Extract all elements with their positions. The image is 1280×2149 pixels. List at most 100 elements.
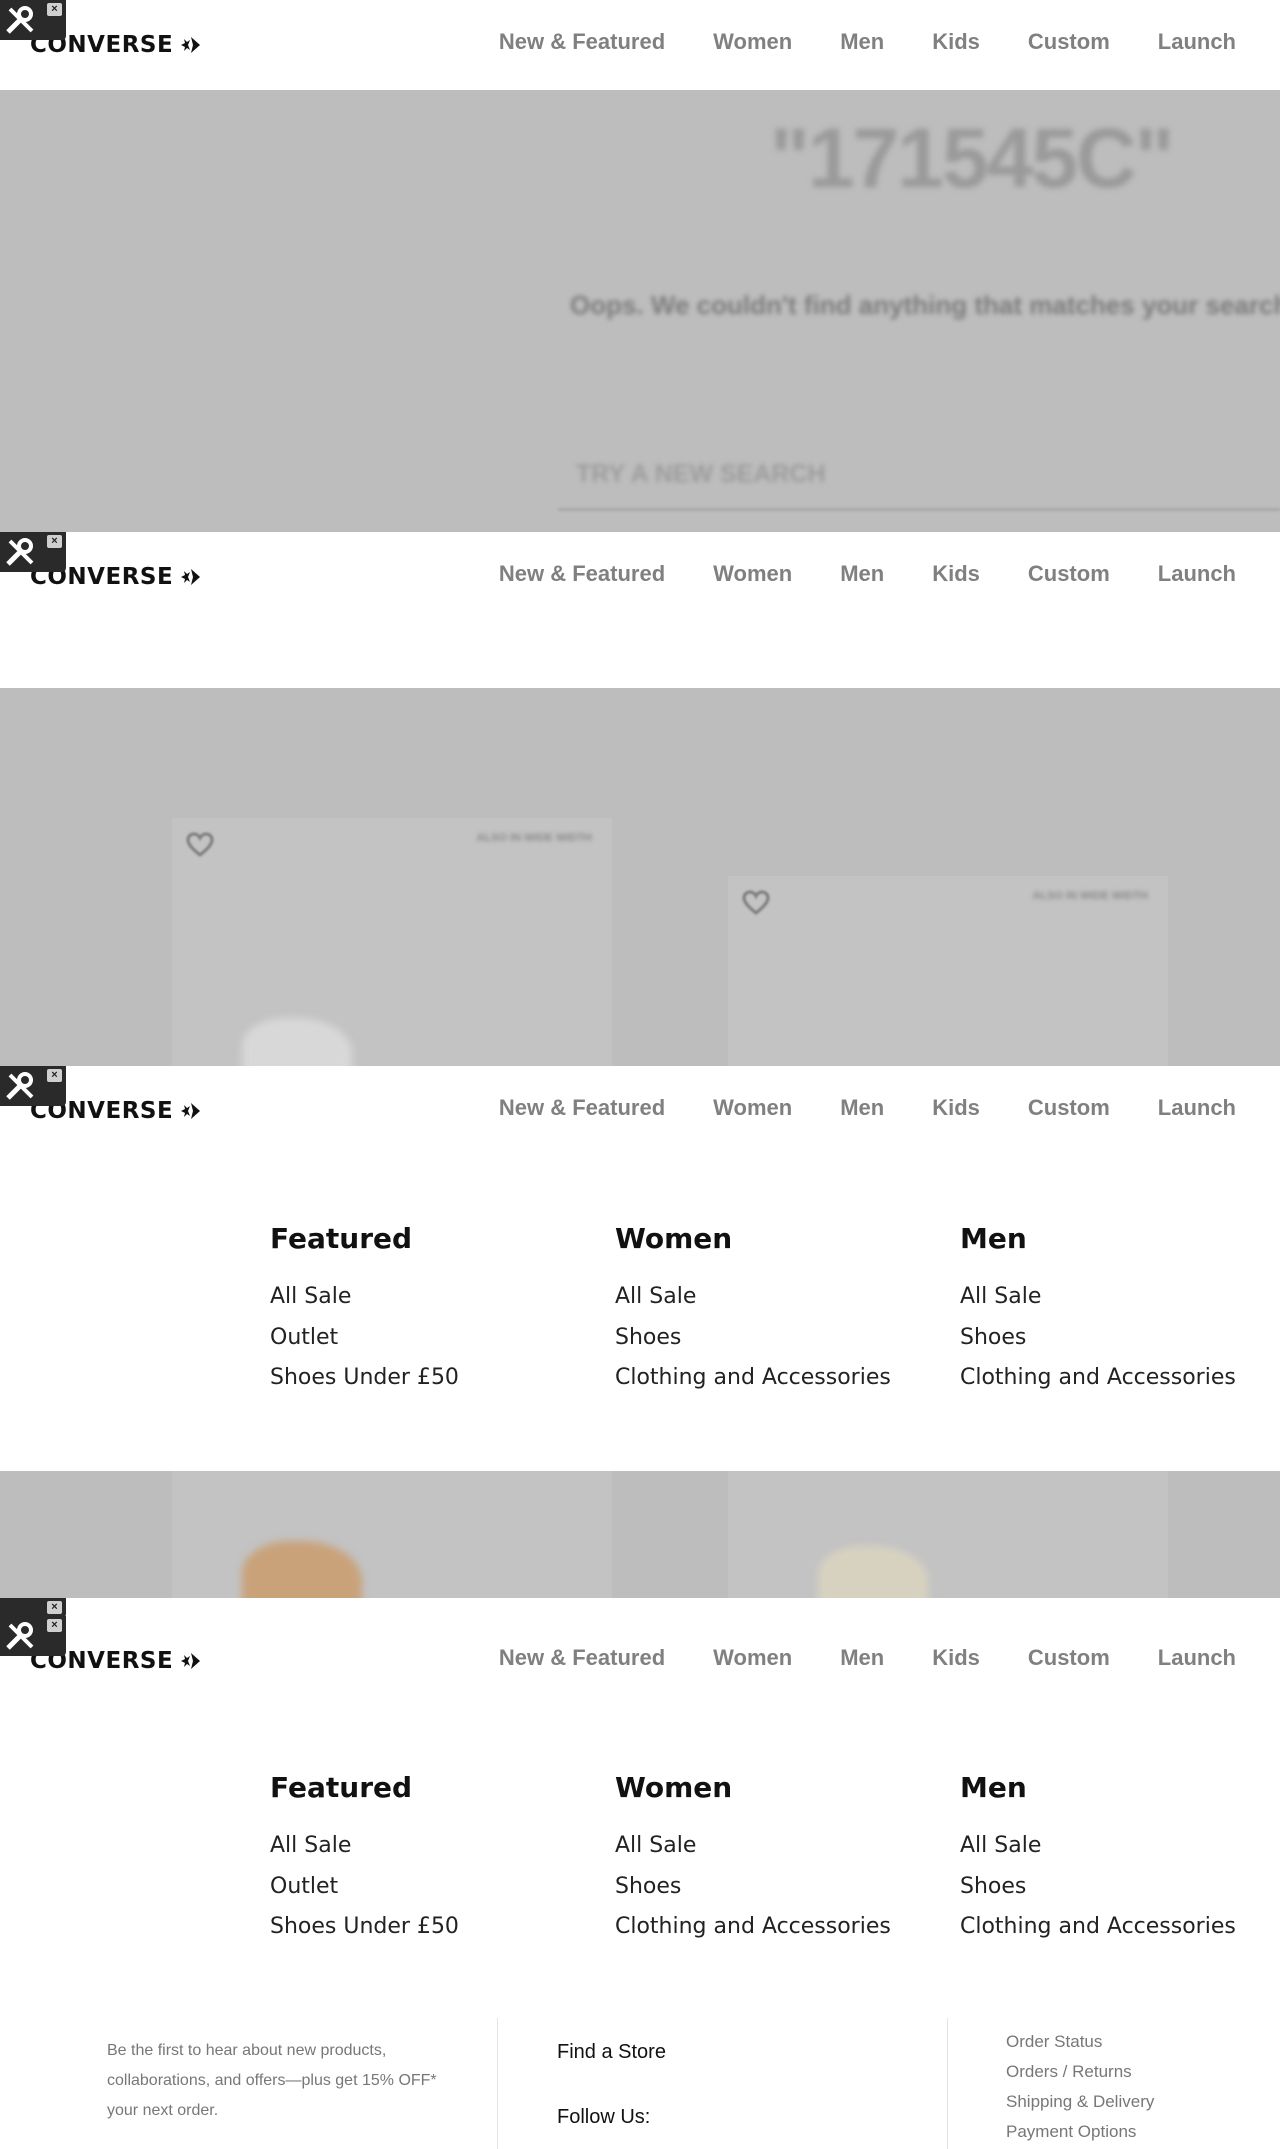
nav-men[interactable]: Men (840, 1645, 884, 1671)
menu-link[interactable]: All Sale (270, 1277, 459, 1318)
devtools-widget[interactable]: × (0, 1616, 66, 1656)
menu-column-men: Men All Sale Shoes Clothing and Accessor… (960, 1222, 1236, 1399)
search-query-heading: "171545C" (770, 111, 1175, 205)
menu-link[interactable]: All Sale (960, 1277, 1236, 1318)
nav-new-featured[interactable]: New & Featured (499, 29, 665, 55)
heart-icon[interactable] (742, 890, 770, 916)
main-nav: New & Featured Women Men Kids Custom Lau… (499, 561, 1236, 587)
payment-options-link[interactable]: Payment Options (1006, 2117, 1154, 2147)
nav-men[interactable]: Men (840, 29, 884, 55)
menu-link[interactable]: All Sale (270, 1826, 459, 1867)
site-header: CONVERSE New & Featured Women Men Kids C… (0, 1066, 1280, 1156)
nav-women[interactable]: Women (713, 1095, 792, 1121)
search-underline (558, 508, 1280, 511)
nav-launch[interactable]: Launch (1158, 1645, 1236, 1671)
menu-link[interactable]: All Sale (960, 1826, 1236, 1867)
site-header: CONVERSE New & Featured Women Men Kids C… (0, 1616, 1280, 1706)
devtools-widget[interactable]: × (0, 532, 66, 572)
close-icon[interactable]: × (47, 1069, 62, 1082)
menu-heading[interactable]: Women (615, 1771, 891, 1804)
nav-kids[interactable]: Kids (932, 1645, 980, 1671)
nav-kids[interactable]: Kids (932, 561, 980, 587)
close-icon[interactable]: × (47, 1601, 62, 1614)
nav-custom[interactable]: Custom (1028, 1645, 1110, 1671)
nav-custom[interactable]: Custom (1028, 1095, 1110, 1121)
menu-column-women: Women All Sale Shoes Clothing and Access… (615, 1222, 891, 1399)
menu-link[interactable]: Clothing and Accessories (615, 1358, 891, 1399)
nav-custom[interactable]: Custom (1028, 29, 1110, 55)
heart-icon[interactable] (186, 832, 214, 858)
nav-women[interactable]: Women (713, 29, 792, 55)
tools-icon (6, 1072, 34, 1100)
menu-link[interactable]: Clothing and Accessories (960, 1358, 1236, 1399)
nav-men[interactable]: Men (840, 1095, 884, 1121)
menu-link[interactable]: Shoes (960, 1867, 1236, 1908)
site-header: CONVERSE New & Featured Women Men Kids C… (0, 0, 1280, 90)
main-nav: New & Featured Women Men Kids Custom Lau… (499, 1095, 1236, 1121)
product-image (242, 1018, 352, 1066)
menu-link[interactable]: All Sale (615, 1826, 891, 1867)
menu-link[interactable]: Shoes (615, 1318, 891, 1359)
product-card[interactable]: ALSO IN WIDE WIDTH (728, 876, 1168, 1066)
product-image (818, 1546, 928, 1598)
menu-heading[interactable]: Men (960, 1771, 1236, 1804)
star-chevron-icon (179, 567, 201, 587)
menu-heading[interactable]: Featured (270, 1222, 459, 1255)
site-header: CONVERSE New & Featured Women Men Kids C… (0, 532, 1280, 622)
menu-link[interactable]: Shoes (960, 1318, 1236, 1359)
nav-launch[interactable]: Launch (1158, 1095, 1236, 1121)
nav-women[interactable]: Women (713, 1645, 792, 1671)
close-icon[interactable]: × (47, 535, 62, 548)
star-chevron-icon (179, 1101, 201, 1121)
devtools-widget[interactable]: × (0, 0, 66, 40)
nav-men[interactable]: Men (840, 561, 884, 587)
nav-new-featured[interactable]: New & Featured (499, 1095, 665, 1121)
menu-link[interactable]: Outlet (270, 1867, 459, 1908)
tools-icon (6, 6, 34, 34)
menu-column-women: Women All Sale Shoes Clothing and Access… (615, 1771, 891, 1948)
menu-link[interactable]: Clothing and Accessories (960, 1907, 1236, 1948)
product-image (242, 1541, 362, 1598)
product-card[interactable] (172, 1471, 612, 1598)
help-links: Order Status Orders / Returns Shipping &… (1006, 2027, 1154, 2147)
find-store-link[interactable]: Find a Store (557, 2041, 666, 2064)
nav-new-featured[interactable]: New & Featured (499, 561, 665, 587)
nav-launch[interactable]: Launch (1158, 561, 1236, 587)
menu-link[interactable]: Shoes Under £50 (270, 1358, 459, 1399)
menu-column-featured: Featured All Sale Outlet Shoes Under £50 (270, 1222, 459, 1399)
newsletter-text: Be the first to hear about new products,… (107, 2042, 437, 2119)
product-card[interactable]: ALSO IN WIDE WIDTH (172, 818, 612, 1066)
product-card[interactable] (728, 1471, 1168, 1598)
nav-kids[interactable]: Kids (932, 29, 980, 55)
menu-link[interactable]: All Sale (615, 1277, 891, 1318)
menu-link[interactable]: Shoes Under £50 (270, 1907, 459, 1948)
footer-divider (497, 2018, 498, 2149)
devtools-widget[interactable]: × (0, 1598, 66, 1618)
orders-returns-link[interactable]: Orders / Returns (1006, 2057, 1154, 2087)
star-chevron-icon (179, 35, 201, 55)
nav-kids[interactable]: Kids (932, 1095, 980, 1121)
tools-icon (6, 538, 34, 566)
menu-heading[interactable]: Featured (270, 1771, 459, 1804)
menu-column-men: Men All Sale Shoes Clothing and Accessor… (960, 1771, 1236, 1948)
product-grid-overlay: ALSO IN WIDE WIDTH ALSO IN WIDE WIDTH (0, 688, 1280, 1066)
follow-us-label: Follow Us: (557, 2106, 651, 2128)
nav-women[interactable]: Women (713, 561, 792, 587)
no-results-message: Oops. We couldn't find anything that mat… (570, 290, 1280, 320)
menu-heading[interactable]: Men (960, 1222, 1236, 1255)
close-icon[interactable]: × (47, 1619, 62, 1632)
menu-link[interactable]: Outlet (270, 1318, 459, 1359)
menu-link[interactable]: Shoes (615, 1867, 891, 1908)
nav-custom[interactable]: Custom (1028, 561, 1110, 587)
new-search-input[interactable]: TRY A NEW SEARCH (576, 460, 826, 489)
devtools-widget[interactable]: × (0, 1066, 66, 1106)
nav-new-featured[interactable]: New & Featured (499, 1645, 665, 1671)
main-nav: New & Featured Women Men Kids Custom Lau… (499, 1645, 1236, 1671)
menu-heading[interactable]: Women (615, 1222, 891, 1255)
shipping-delivery-link[interactable]: Shipping & Delivery (1006, 2087, 1154, 2117)
search-results-overlay: "171545C" Oops. We couldn't find anythin… (0, 90, 1280, 532)
menu-link[interactable]: Clothing and Accessories (615, 1907, 891, 1948)
close-icon[interactable]: × (47, 3, 62, 16)
nav-launch[interactable]: Launch (1158, 29, 1236, 55)
order-status-link[interactable]: Order Status (1006, 2027, 1154, 2057)
